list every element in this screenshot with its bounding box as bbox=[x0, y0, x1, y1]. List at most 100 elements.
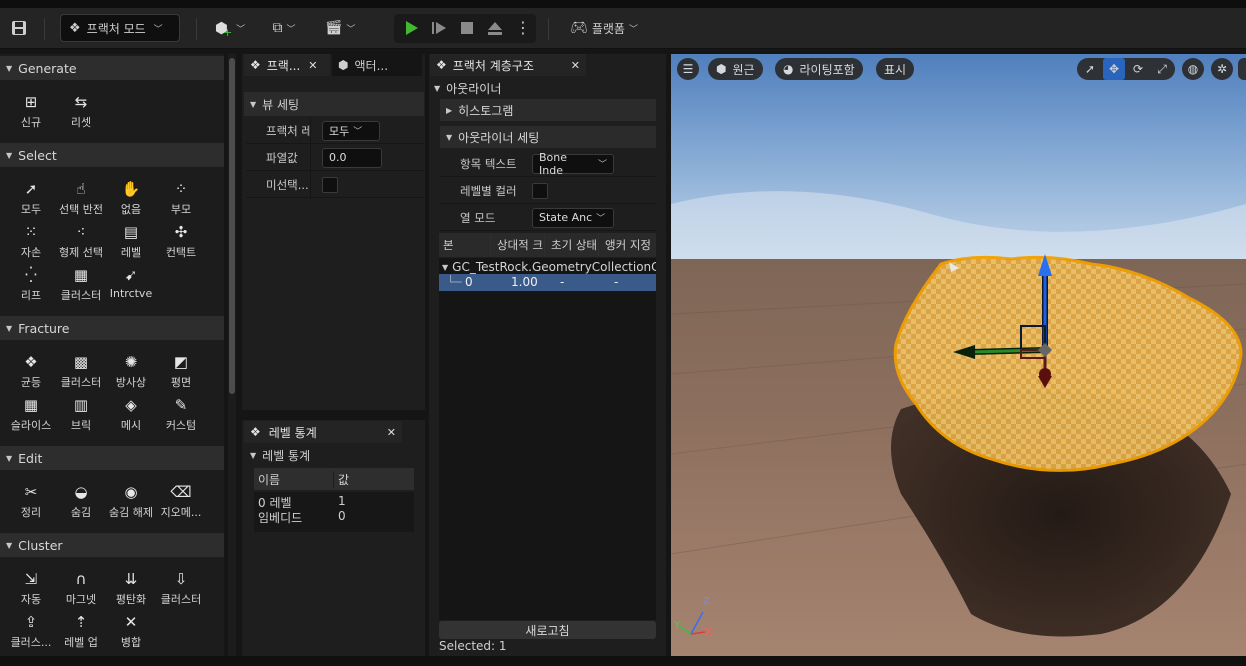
tool-slice[interactable]: ▦ 슬라이스 bbox=[5, 393, 57, 435]
tool-merge[interactable]: ✕ 병합 bbox=[105, 610, 157, 652]
section-select[interactable]: ▼ Select bbox=[0, 143, 224, 167]
fracture-level-select[interactable]: 모두 ﹀ bbox=[322, 120, 380, 141]
explode-input[interactable]: 0.0 bbox=[322, 147, 382, 168]
tool-cluster[interactable]: ⇩ 클러스터 bbox=[155, 567, 207, 609]
col-relative-size[interactable]: 상대적 크 bbox=[493, 234, 545, 256]
select-interactive-icon: ➹ bbox=[124, 266, 138, 284]
surface-snap-icon[interactable]: ✲ bbox=[1211, 58, 1233, 80]
tool-select-cluster[interactable]: ▦ 클러스터 bbox=[55, 263, 107, 305]
tab-level-stats[interactable]: ❖ 레벨 통계 ✕ bbox=[244, 421, 402, 443]
explode-label: 파열값 bbox=[266, 150, 298, 165]
item-text-select[interactable]: Bone Inde ﹀ bbox=[532, 151, 614, 177]
close-icon[interactable]: ✕ bbox=[387, 426, 396, 439]
tool-flatten[interactable]: ⇊ 평탄화 bbox=[105, 567, 157, 609]
tool-tidy[interactable]: ✂ 정리 bbox=[5, 480, 57, 522]
tab-actor[interactable]: ⬢ 액터... bbox=[332, 54, 422, 76]
tool-select-level[interactable]: ▤ 레벨 bbox=[105, 220, 157, 262]
blueprint-button[interactable]: ⧉ ﹀ bbox=[264, 14, 304, 42]
tree-row-selected[interactable]: └─ 0 1.00 - - bbox=[439, 274, 656, 291]
close-icon[interactable]: ✕ bbox=[571, 59, 580, 72]
tool-mesh[interactable]: ◈ 메시 bbox=[105, 393, 157, 435]
move-tool-icon[interactable]: ✥ bbox=[1103, 58, 1125, 80]
section-fracture[interactable]: ▼ Fracture bbox=[0, 316, 224, 340]
platform-button[interactable]: 🎮︎ 플랫폼 ﹀ bbox=[564, 14, 644, 42]
tool-unhide[interactable]: ◉ 숨김 해제 bbox=[105, 480, 157, 522]
col-bone[interactable]: 본 bbox=[439, 234, 491, 256]
tool-planar[interactable]: ◩ 평면 bbox=[155, 350, 207, 392]
tool-select-children[interactable]: ⁙ 자손 bbox=[5, 220, 57, 262]
outliner-settings-header[interactable]: ▼ 아웃라이너 세팅 bbox=[440, 126, 656, 148]
lighting-button[interactable]: ◕ 라이팅포함 bbox=[775, 58, 863, 80]
world-space-icon[interactable]: ◍ bbox=[1182, 58, 1204, 80]
color-by-level-checkbox[interactable] bbox=[532, 182, 548, 199]
cinematics-button[interactable]: 🎬︎ ﹀ bbox=[320, 14, 360, 42]
level-stats-header[interactable]: ▼ 레벨 통계 bbox=[246, 445, 422, 465]
tool-reset[interactable]: ⇆ 리셋 bbox=[55, 90, 107, 132]
tool-custom[interactable]: ✎ 커스텀 bbox=[155, 393, 207, 435]
more-icon[interactable]: ⋮ bbox=[514, 14, 532, 42]
tool-select-contact[interactable]: ✣ 컨택트 bbox=[155, 220, 207, 262]
tool-select-leaf[interactable]: ⁛ 리프 bbox=[5, 263, 57, 305]
add-content-button[interactable]: ⬢ + ﹀ bbox=[210, 14, 250, 42]
eject-icon[interactable] bbox=[484, 14, 506, 42]
close-icon[interactable]: ✕ bbox=[308, 59, 317, 72]
tool-auto-cluster[interactable]: ⇲ 자동 bbox=[5, 567, 57, 609]
tool-radial[interactable]: ✺ 방사상 bbox=[105, 350, 157, 392]
viewport-menu-icon[interactable]: ☰ bbox=[677, 58, 699, 80]
tab-fracture-label: 프랙... bbox=[266, 58, 301, 73]
tool-select-none[interactable]: ✋ 없음 bbox=[105, 177, 157, 219]
level-viewport[interactable]: Z Y X ☰ ⬢ 원근 ◕ 라이팅포함 표시 ➚ ✥ ⟳ ⤢ ◍ ✲ bbox=[671, 54, 1246, 656]
radial-icon: ✺ bbox=[124, 353, 138, 371]
refresh-button[interactable]: 새로고침 bbox=[439, 621, 656, 639]
fracture-mode-button[interactable]: ❖ 프랙처 모드 ﹀ bbox=[60, 14, 180, 42]
scale-tool-icon[interactable]: ⤢ bbox=[1151, 58, 1173, 80]
scrollbar-thumb[interactable] bbox=[229, 58, 235, 394]
col-initial-state[interactable]: 초기 상태 bbox=[547, 234, 599, 256]
rotate-tool-icon[interactable]: ⟳ bbox=[1127, 58, 1149, 80]
hierarchy-table-header: 본 상대적 크 초기 상태 앵커 지정 bbox=[439, 233, 656, 257]
outliner-title: 아웃라이너 bbox=[446, 81, 502, 96]
tool-select-siblings[interactable]: ⁖ 형제 선택 bbox=[55, 220, 107, 262]
tool-uniform[interactable]: ❖ 균등 bbox=[5, 350, 57, 392]
select-tool-icon[interactable]: ➚ bbox=[1079, 58, 1101, 80]
grid-snap-icon[interactable] bbox=[1238, 58, 1246, 80]
unselected-checkbox[interactable] bbox=[322, 176, 338, 193]
tool-select-all[interactable]: ➚ 모두 bbox=[5, 177, 57, 219]
tool-brick[interactable]: ▥ 브릭 bbox=[55, 393, 107, 435]
tool-level-up[interactable]: ⇡ 레벨 업 bbox=[55, 610, 107, 652]
tool-hide[interactable]: ◒ 숨김 bbox=[55, 480, 107, 522]
tool-select-interactive[interactable]: ➹ Intrctve bbox=[105, 263, 157, 305]
stop-icon[interactable] bbox=[456, 14, 478, 42]
tool-delete[interactable]: ⌫ 지오메... bbox=[155, 480, 207, 522]
show-button[interactable]: 표시 bbox=[876, 58, 915, 80]
select-siblings-icon: ⁖ bbox=[76, 223, 86, 241]
column-mode-select[interactable]: State Anc ﹀ bbox=[532, 207, 614, 228]
view-settings-header[interactable]: ▼ 뷰 세팅 bbox=[244, 92, 424, 116]
tool-new[interactable]: ⊞ 신규 bbox=[5, 90, 57, 132]
section-edit[interactable]: ▼ Edit bbox=[0, 446, 224, 470]
tool-label: 메시 bbox=[120, 419, 142, 432]
col-anchored[interactable]: 앵커 지정 bbox=[601, 234, 656, 256]
tab-fracture-hierarchy[interactable]: ❖ 프랙처 계층구조 ✕ bbox=[430, 54, 586, 76]
play-icon[interactable] bbox=[400, 14, 422, 42]
lighting-label: 라이팅포함 bbox=[799, 62, 855, 77]
tree-root-item[interactable]: ▼ GC_TestRock.GeometryCollectionC bbox=[442, 259, 656, 275]
column-mode-value: State Anc bbox=[539, 211, 593, 224]
explode-value: 0.0 bbox=[329, 151, 347, 164]
outliner-header[interactable]: ▼ 아웃라이너 bbox=[434, 77, 654, 99]
tool-magnet[interactable]: ∩ 마그넷 bbox=[55, 567, 107, 609]
tool-cluster-fracture[interactable]: ▩ 클러스터 bbox=[55, 350, 107, 392]
left-scrollbar[interactable] bbox=[228, 54, 236, 656]
histogram-header[interactable]: ▶ 히스토그램 bbox=[440, 99, 656, 121]
perspective-button[interactable]: ⬢ 원근 bbox=[708, 58, 763, 80]
tab-fracture[interactable]: ❖ 프랙... ✕ bbox=[244, 54, 330, 76]
tool-select-invert[interactable]: ☝ 선택 반전 bbox=[55, 177, 107, 219]
tool-select-parent[interactable]: ⁘ 부모 bbox=[155, 177, 207, 219]
stats-col-name: 이름 bbox=[254, 470, 334, 488]
section-generate[interactable]: ▼ Generate bbox=[0, 56, 224, 80]
step-icon[interactable] bbox=[428, 14, 450, 42]
save-icon[interactable] bbox=[8, 14, 30, 42]
tool-cluster-merge[interactable]: ⇪ 클러스... bbox=[5, 610, 57, 652]
section-cluster[interactable]: ▼ Cluster bbox=[0, 533, 224, 557]
tool-label: 형제 선택 bbox=[59, 246, 103, 259]
